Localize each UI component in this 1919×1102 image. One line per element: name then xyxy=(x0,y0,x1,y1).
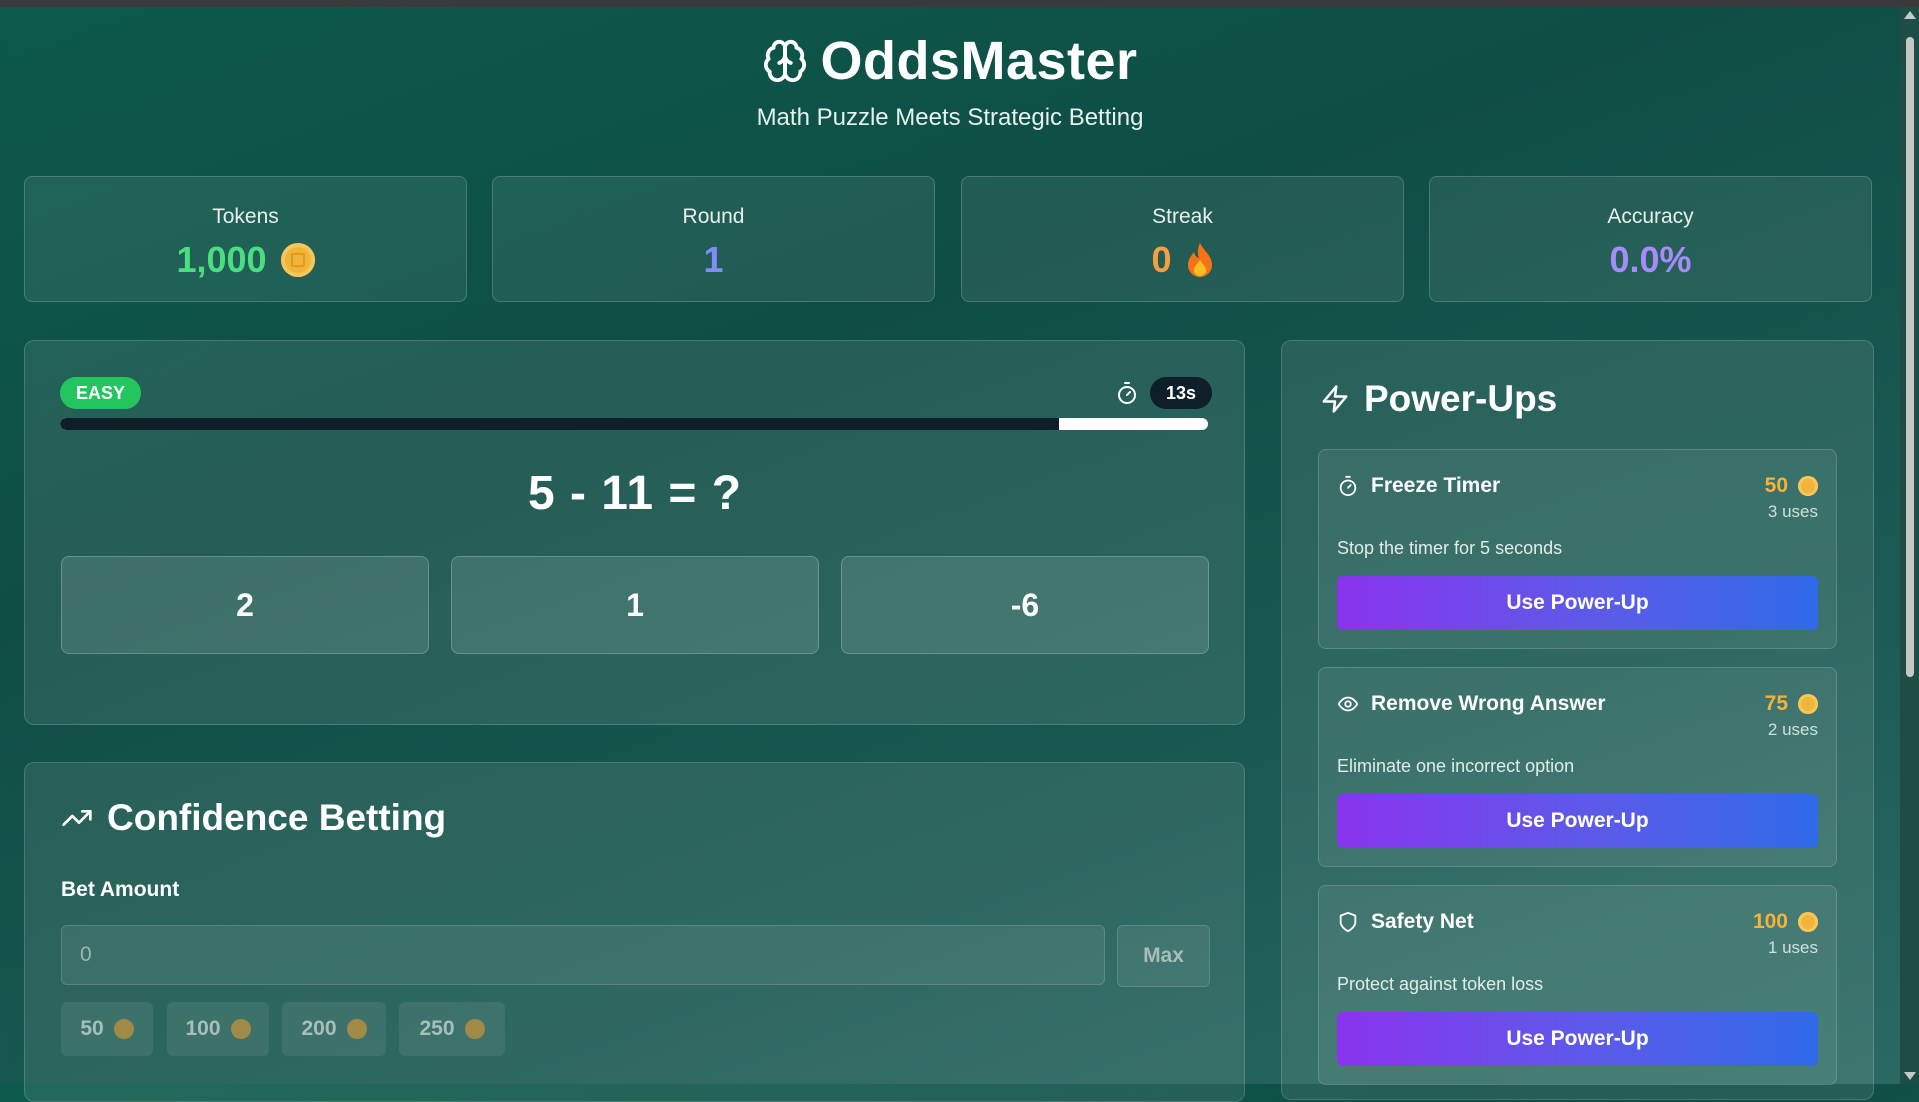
coin-icon xyxy=(113,1019,134,1039)
timer-progress-fill xyxy=(60,418,1059,430)
use-powerup-button[interactable]: Use Power-Up xyxy=(1337,1012,1818,1066)
app-title: OddsMaster xyxy=(820,31,1138,91)
app-header: OddsMaster Math Puzzle Meets Strategic B… xyxy=(0,30,1900,132)
betting-title: Confidence Betting xyxy=(61,797,446,839)
timer-badge: 13s xyxy=(1150,377,1213,409)
window-top-border xyxy=(0,0,1919,7)
coin-icon xyxy=(346,1019,367,1039)
stat-value: 1,000 xyxy=(176,239,315,281)
brain-icon xyxy=(764,39,807,83)
stat-accuracy: Accuracy 0.0% xyxy=(1429,176,1872,302)
puzzle-panel xyxy=(24,340,1245,725)
betting-title-text: Confidence Betting xyxy=(107,797,447,838)
powerup-name: Remove Wrong Answer xyxy=(1337,692,1606,716)
bet-amount-input[interactable] xyxy=(61,925,1105,985)
coin-icon xyxy=(1798,476,1818,496)
stat-round: Round 1 xyxy=(492,176,935,302)
max-bet-button[interactable]: Max xyxy=(1117,925,1210,987)
powerup-uses: 3 uses xyxy=(1767,502,1818,521)
powerup-description: Protect against token loss xyxy=(1337,974,1544,994)
coin-icon xyxy=(280,243,315,277)
powerup-name: Safety Net xyxy=(1337,910,1474,934)
quick-bet-200[interactable]: 200 xyxy=(282,1002,386,1056)
powerup-cost-value: 75 xyxy=(1764,692,1788,715)
powerup-cost-value: 100 xyxy=(1752,910,1788,933)
stat-tokens: Tokens 1,000 xyxy=(24,176,467,302)
quick-bet-100[interactable]: 100 xyxy=(167,1002,269,1056)
scrollbar-thumb[interactable] xyxy=(1906,37,1914,677)
quick-bet-label: 250 xyxy=(419,1017,455,1040)
coin-icon xyxy=(1798,694,1818,714)
use-powerup-button[interactable]: Use Power-Up xyxy=(1337,576,1818,630)
coin-icon xyxy=(230,1019,251,1039)
powerup-name-text: Safety Net xyxy=(1371,910,1474,933)
stopwatch-icon xyxy=(1339,475,1357,497)
powerup-name: Freeze Timer xyxy=(1337,474,1500,498)
powerup-cost: 75 xyxy=(1765,692,1818,716)
use-powerup-button[interactable]: Use Power-Up xyxy=(1337,794,1818,848)
math-question: 5 - 11 = ? xyxy=(527,467,743,520)
stopwatch-icon xyxy=(1118,382,1136,404)
eye-icon xyxy=(1337,696,1359,712)
app-brand: OddsMaster xyxy=(762,30,1137,92)
powerups-title-text: Power-Ups xyxy=(1364,378,1558,419)
stat-label: Tokens xyxy=(212,205,279,228)
powerup-card-freeze-timer: Freeze Timer 50 3 uses Stop the timer fo… xyxy=(1318,449,1837,649)
round-value: 1 xyxy=(703,239,724,280)
stat-streak: Streak 0 xyxy=(961,176,1404,302)
answer-option-3[interactable]: -6 xyxy=(841,556,1209,654)
answer-option-2[interactable]: 1 xyxy=(451,556,819,654)
powerups-title: Power-Ups xyxy=(1320,378,1557,420)
powerup-name-text: Remove Wrong Answer xyxy=(1371,692,1606,715)
streak-value: 0 xyxy=(1151,239,1172,280)
stat-value: 0.0% xyxy=(1609,239,1691,281)
stat-label: Accuracy xyxy=(1607,205,1694,228)
shield-icon xyxy=(1339,911,1357,933)
flame-icon xyxy=(1187,243,1212,277)
answer-option-1[interactable]: 2 xyxy=(61,556,429,654)
coin-icon xyxy=(1798,912,1818,932)
quick-bet-label: 200 xyxy=(301,1017,337,1040)
powerup-card-remove-wrong-answer: Remove Wrong Answer 75 2 uses Eliminate … xyxy=(1318,667,1837,867)
quick-bet-label: 50 xyxy=(80,1017,104,1040)
bet-amount-label: Bet Amount xyxy=(61,878,180,901)
quick-bet-label: 100 xyxy=(185,1017,221,1040)
coin-icon xyxy=(464,1019,485,1039)
scroll-up-arrow-icon[interactable] xyxy=(1904,11,1916,19)
powerup-name-text: Freeze Timer xyxy=(1371,474,1501,497)
powerup-description: Eliminate one incorrect option xyxy=(1337,756,1575,776)
stat-value: 1 xyxy=(703,239,723,281)
powerup-cost-value: 50 xyxy=(1764,474,1788,497)
stat-value: 0 xyxy=(1151,239,1213,281)
app-subtitle: Math Puzzle Meets Strategic Betting xyxy=(756,104,1144,131)
accuracy-value: 0.0% xyxy=(1609,239,1692,280)
powerup-uses: 1 uses xyxy=(1767,938,1818,957)
tokens-value: 1,000 xyxy=(176,239,267,280)
powerup-description: Stop the timer for 5 seconds xyxy=(1337,538,1563,558)
stat-label: Streak xyxy=(1152,205,1213,228)
trending-up-icon xyxy=(62,810,92,826)
stat-label: Round xyxy=(682,205,745,228)
lightning-icon xyxy=(1322,385,1348,413)
quick-bet-250[interactable]: 250 xyxy=(399,1002,505,1056)
scroll-down-arrow-icon[interactable] xyxy=(1904,1072,1916,1080)
quick-bet-50[interactable]: 50 xyxy=(61,1002,153,1056)
powerup-uses: 2 uses xyxy=(1767,720,1818,739)
powerup-card-safety-net: Safety Net 100 1 uses Protect against to… xyxy=(1318,885,1837,1085)
powerup-cost: 50 xyxy=(1765,474,1818,498)
powerup-cost: 100 xyxy=(1753,910,1818,934)
scrollbar[interactable] xyxy=(1900,7,1919,1084)
timer-progress-bar xyxy=(60,418,1208,430)
difficulty-badge: EASY xyxy=(60,377,142,409)
